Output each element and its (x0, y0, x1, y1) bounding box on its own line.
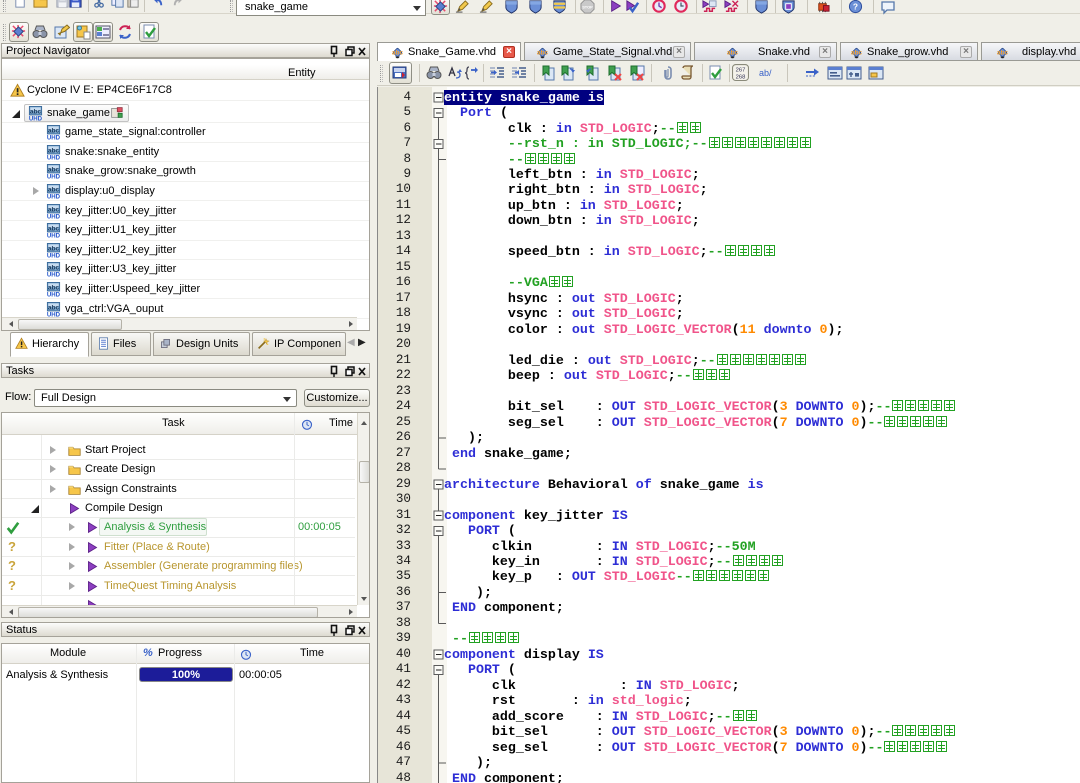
svg-text:abc: abc (48, 128, 60, 135)
svg-text:267: 267 (736, 67, 746, 73)
svg-text:268: 268 (736, 74, 746, 80)
svg-text:abc: abc (537, 50, 549, 57)
svg-text:abc: abc (48, 147, 60, 154)
svg-text:UHD: UHD (47, 291, 61, 296)
svg-text:abc: abc (30, 108, 42, 115)
svg-text:UHD: UHD (47, 272, 61, 277)
svg-text:UHD: UHD (47, 233, 61, 238)
svg-text:UHD: UHD (47, 154, 61, 159)
svg-text:abc: abc (997, 50, 1009, 57)
svg-text:abc: abc (48, 226, 60, 233)
svg-text:abc: abc (727, 50, 739, 57)
svg-text:?: ? (853, 1, 858, 11)
svg-text:UHD: UHD (47, 213, 61, 218)
svg-text:abc: abc (48, 167, 60, 174)
svg-text:UHD: UHD (47, 311, 61, 316)
svg-text:UHD: UHD (47, 174, 61, 179)
svg-text:abc: abc (48, 245, 60, 252)
svg-text:abc: abc (48, 284, 60, 291)
svg-text:abc: abc (48, 206, 60, 213)
svg-text:abc: abc (48, 304, 60, 311)
svg-text:ab/: ab/ (759, 68, 772, 78)
svg-text:UHD: UHD (47, 135, 61, 140)
svg-text:abc: abc (48, 265, 60, 272)
svg-text:UHD: UHD (47, 252, 61, 257)
svg-text:UHD: UHD (29, 115, 43, 120)
svg-text:UHD: UHD (47, 193, 61, 198)
svg-text:abc: abc (851, 50, 863, 57)
svg-text:STOP: STOP (582, 4, 593, 9)
svg-text:abc: abc (392, 50, 404, 57)
svg-text:abc: abc (48, 186, 60, 193)
